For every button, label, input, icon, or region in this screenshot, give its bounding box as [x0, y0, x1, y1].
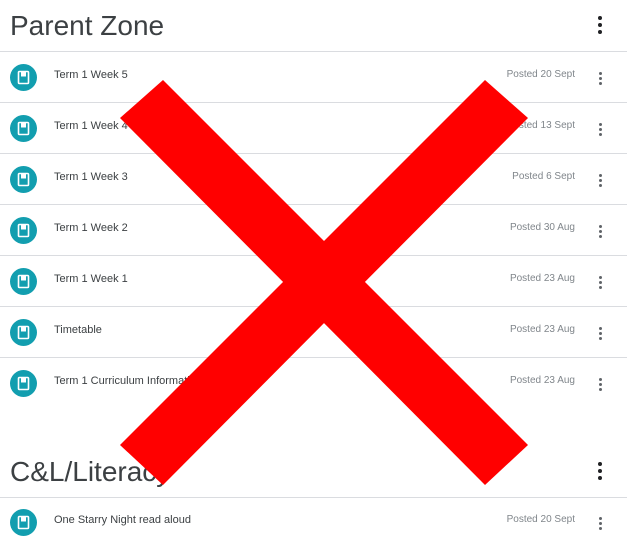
- item-more-menu-icon[interactable]: [595, 68, 605, 88]
- item-date: Posted 13 Sept: [506, 120, 575, 131]
- list-item[interactable]: One Starry Night read aloud Posted 20 Sep…: [0, 497, 627, 548]
- item-title: Term 1 Curriculum Information: [54, 375, 202, 387]
- item-more-menu-icon[interactable]: [595, 374, 605, 394]
- book-icon: [10, 64, 37, 91]
- item-title: Term 1 Week 4: [54, 120, 128, 132]
- book-icon: [17, 223, 30, 238]
- item-title: Term 1 Week 2: [54, 222, 128, 234]
- item-more-menu-icon[interactable]: [595, 119, 605, 139]
- item-date: Posted 23 Aug: [509, 324, 575, 335]
- list-item[interactable]: Term 1 Week 3 Posted 6 Sept: [0, 154, 627, 205]
- book-icon: [17, 376, 30, 391]
- section-header-parent-zone: Parent Zone: [0, 0, 627, 52]
- item-date: Posted 6 Sept: [512, 171, 575, 182]
- item-date: Posted 23 Aug: [509, 375, 575, 386]
- list-item[interactable]: Term 1 Week 2 Posted 30 Aug: [0, 205, 627, 256]
- section-title: Parent Zone: [10, 10, 165, 41]
- book-icon: [10, 166, 37, 193]
- item-title: Term 1 Week 3: [54, 171, 128, 183]
- list-item[interactable]: Term 1 Week 1 Posted 23 Aug: [0, 256, 627, 307]
- book-icon: [10, 268, 37, 295]
- item-title: Term 1 Week 1: [54, 273, 128, 285]
- book-icon: [10, 509, 37, 536]
- section-more-menu-icon[interactable]: [593, 10, 607, 40]
- book-icon: [10, 319, 37, 346]
- book-icon: [10, 115, 37, 142]
- book-icon: [17, 515, 30, 530]
- section-title: C&L/Literacy: [10, 456, 171, 487]
- item-more-menu-icon[interactable]: [595, 221, 605, 241]
- item-date: Posted 30 Aug: [509, 222, 575, 233]
- section-more-menu-icon[interactable]: [593, 456, 607, 486]
- list-item[interactable]: Term 1 Week 5 Posted 20 Sept: [0, 52, 627, 103]
- item-more-menu-icon[interactable]: [595, 513, 605, 533]
- item-date: Posted 23 Aug: [509, 273, 575, 284]
- book-icon: [17, 121, 30, 136]
- item-title: Timetable: [54, 324, 102, 336]
- list-item[interactable]: Term 1 Week 4 Posted 13 Sept: [0, 103, 627, 154]
- item-more-menu-icon[interactable]: [595, 170, 605, 190]
- book-icon: [17, 325, 30, 340]
- item-date: Posted 20 Sept: [506, 514, 575, 525]
- item-title: Term 1 Week 5: [54, 69, 128, 81]
- book-icon: [17, 70, 30, 85]
- item-more-menu-icon[interactable]: [595, 323, 605, 343]
- list-item[interactable]: Timetable Posted 23 Aug: [0, 307, 627, 358]
- item-more-menu-icon[interactable]: [595, 272, 605, 292]
- book-icon: [17, 172, 30, 187]
- book-icon: [10, 370, 37, 397]
- item-title: One Starry Night read aloud: [54, 514, 191, 526]
- item-date: Posted 20 Sept: [506, 69, 575, 80]
- book-icon: [17, 274, 30, 289]
- section-header-literacy: C&L/Literacy: [0, 446, 627, 498]
- list-item[interactable]: Term 1 Curriculum Information Posted 23 A…: [0, 358, 627, 409]
- book-icon: [10, 217, 37, 244]
